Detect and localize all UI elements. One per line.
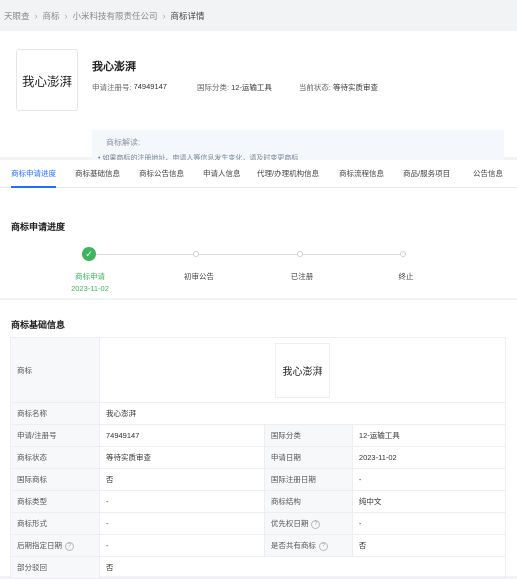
field-label-with-help: 是否共有商标?: [263, 534, 353, 557]
step-pending-icon: [297, 251, 303, 257]
progress-title: 商标申请进度: [11, 222, 66, 232]
field-label: 后期指定日期: [17, 541, 62, 550]
table-row: 国际商标 否 国际注册日期 -: [10, 468, 507, 491]
tab-application-progress[interactable]: 商标申请进度: [11, 160, 56, 188]
step-pending-icon: [193, 251, 199, 257]
tab-process-info[interactable]: 商标流程信息: [339, 160, 384, 187]
basic-info-title: 商标基础信息: [11, 320, 66, 330]
basic-info-section: 商标基础信息 商标 我心澎湃 商标名称 我心澎湃 申请/注册号 74949147…: [0, 300, 517, 579]
field-value: 否: [99, 468, 265, 491]
field-value: -: [99, 490, 265, 513]
step-label: 终止: [398, 272, 414, 281]
field-value: 等待实质审查: [99, 446, 265, 469]
breadcrumb-separator-icon: ›: [34, 11, 38, 21]
tab-bar: 商标申请进度 商标基础信息 商标公告信息 申请人信息 代理/办理机构信息 商标流…: [0, 160, 517, 188]
table-row: 商标形式 - 优先权日期? -: [10, 512, 507, 535]
trademark-image: 我心澎湃: [275, 342, 330, 398]
status-value: 等待实质审查: [333, 83, 378, 92]
breadcrumb: 天眼查 › 商标 › 小米科技有限责任公司 › 商标详情: [4, 9, 205, 23]
table-row: 商标类型 - 商标结构 纯中文: [10, 490, 507, 513]
table-row: 商标状态 等待实质审查 申请日期 2023-11-02: [10, 446, 507, 469]
field-value: -: [351, 468, 507, 491]
help-icon[interactable]: ?: [65, 541, 74, 551]
name-value: 我心澎湃: [99, 402, 506, 425]
application-progress-section: 商标申请进度 ✓ 商标申请 2023-11-02 初审公告 已注册 终止: [0, 188, 517, 298]
field-label: 商标结构: [263, 490, 353, 513]
field-label: 商标类型: [10, 490, 100, 513]
help-icon[interactable]: ?: [318, 541, 328, 551]
breadcrumb-current: 商标详情: [170, 11, 205, 21]
tab-applicant-info[interactable]: 申请人信息: [203, 160, 241, 187]
class-value: 12-运输工具: [231, 83, 272, 92]
field-value: 2023-11-02: [351, 446, 507, 469]
table-row: 后期指定日期? - 是否共有商标? 否: [10, 534, 507, 557]
table-row: 部分驳回 否: [10, 556, 506, 579]
trademark-name: 我心澎湃: [92, 61, 136, 73]
step-label: 商标申请: [75, 272, 105, 281]
check-icon: ✓: [82, 247, 96, 261]
step-date: 2023-11-02: [71, 284, 109, 293]
field-label: 商标状态: [10, 446, 100, 469]
field-value: 否: [351, 534, 507, 557]
breadcrumb-company[interactable]: 小米科技有限责任公司: [73, 10, 158, 22]
tab-basic-info[interactable]: 商标基础信息: [75, 160, 120, 187]
field-value: 74949147: [99, 424, 265, 447]
field-label: 国际商标: [10, 468, 100, 491]
class-label: 国际分类:: [196, 83, 230, 92]
field-label: 申请/注册号: [10, 424, 100, 447]
field-label: 是否共有商标: [270, 541, 316, 550]
mark-image-cell: 我心澎湃: [99, 337, 506, 403]
field-value: 12-运输工具: [351, 424, 507, 447]
progress-track: [96, 254, 404, 255]
field-label-with-help: 后期指定日期?: [10, 534, 100, 557]
trademark-logo: 我心澎湃: [16, 49, 78, 111]
help-icon[interactable]: ?: [311, 519, 321, 529]
field-value: -: [99, 512, 265, 535]
field-label: 申请日期: [263, 446, 353, 469]
breadcrumb-trademark[interactable]: 商标: [43, 10, 60, 22]
partial-reject-label: 部分驳回: [10, 556, 100, 579]
step-label: 初审公告: [184, 272, 214, 281]
interpretation-title: 商标解读:: [106, 138, 141, 147]
reg-no-value: 74949147: [133, 82, 167, 91]
breadcrumb-separator-icon: ›: [162, 11, 166, 21]
field-label: 优先权日期: [270, 519, 309, 528]
table-row: 商标 我心澎湃: [10, 337, 506, 403]
reg-no-label: 申请注册号:: [92, 83, 132, 92]
table-row: 申请/注册号 74949147 国际分类 12-运输工具: [10, 424, 507, 447]
tab-goods-services[interactable]: 商品/服务项目: [403, 160, 450, 187]
step-label: 已注册: [290, 272, 314, 281]
field-value: -: [351, 512, 507, 535]
status-label: 当前状态:: [298, 83, 331, 92]
basic-info-table: 商标 我心澎湃 商标名称 我心澎湃 申请/注册号 74949147 国际分类 1…: [10, 337, 507, 579]
table-row: 商标名称 我心澎湃: [10, 402, 506, 425]
breadcrumb-separator-icon: ›: [64, 11, 68, 21]
field-label: 国际分类: [263, 424, 353, 447]
field-label: 国际注册日期: [263, 468, 353, 491]
tab-agency-info[interactable]: 代理/办理机构信息: [257, 160, 319, 187]
breadcrumb-home[interactable]: 天眼查: [4, 10, 30, 22]
mark-label: 商标: [10, 337, 100, 403]
field-value: -: [99, 534, 265, 557]
tab-announcements[interactable]: 公告信息: [473, 160, 503, 187]
field-label: 商标形式: [10, 512, 100, 535]
partial-reject-value: 否: [99, 556, 506, 579]
trademark-meta: 申请注册号: 74949147 国际分类: 12-运输工具 当前状态: 等待实质…: [92, 82, 378, 93]
step-pending-icon: [400, 251, 406, 257]
field-label-with-help: 优先权日期?: [263, 512, 353, 535]
field-value: 纯中文: [351, 490, 507, 513]
name-label: 商标名称: [10, 402, 100, 425]
tab-announcement-info[interactable]: 商标公告信息: [139, 160, 184, 187]
trademark-header-card: 我心澎湃 我心澎湃 申请注册号: 74949147 国际分类: 12-运输工具 …: [0, 31, 517, 170]
